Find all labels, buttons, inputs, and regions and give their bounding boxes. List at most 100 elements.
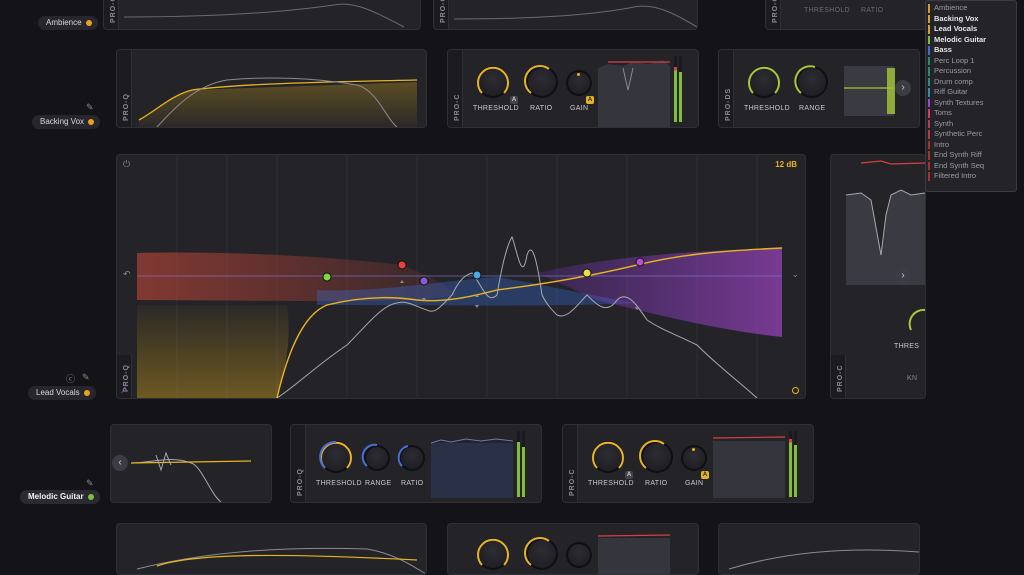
scroll-right-button[interactable]: › — [895, 268, 911, 284]
track-menu-item[interactable]: Melodic Guitar — [926, 35, 1016, 46]
undo-icon[interactable]: ↶ — [123, 269, 131, 280]
ambience-comp-panel[interactable]: PRO-Q — [433, 0, 698, 30]
track-color-bar — [928, 14, 930, 23]
track-label-lead-vocals[interactable]: Lead Vocals — [28, 386, 96, 400]
track-label-backing-vox[interactable]: Backing Vox — [32, 115, 101, 129]
backing-vox-eq-panel[interactable]: PRO-Q — [116, 49, 427, 128]
eq-band-node-6[interactable] — [635, 257, 645, 267]
eq-band-node-5[interactable] — [582, 268, 592, 278]
chevron-down-icon[interactable]: ⌄ — [791, 269, 799, 280]
track-color-bar — [928, 4, 930, 13]
pin-icon[interactable]: ✎ — [86, 102, 94, 113]
track-color-bar — [928, 67, 930, 76]
track-menu-item[interactable]: Perc Loop 1 — [926, 56, 1016, 67]
track-menu-item[interactable]: Synth Textures — [926, 98, 1016, 109]
backing-vox-deesser-panel[interactable]: PRO-DS THRESHOLD RANGE — [718, 49, 920, 128]
eq-band-node-3[interactable] — [419, 276, 429, 286]
output-meter-2 — [679, 56, 682, 122]
track-color-bar — [928, 46, 930, 55]
eq-band-node-1[interactable] — [322, 272, 332, 282]
power-icon[interactable]: ⏻ — [123, 159, 130, 170]
track-menu-item[interactable]: Filtered Intro — [926, 171, 1016, 182]
ambience-curve — [453, 5, 697, 28]
track-menu-item[interactable]: Synthetic Perc — [926, 129, 1016, 140]
backing-vox-comp-panel[interactable]: PRO-C A A THRESHOLD RATIO GAIN — [447, 49, 699, 128]
track-color-bar — [928, 109, 930, 118]
ambience-eq-panel[interactable]: PRO-Q — [103, 0, 421, 30]
track-color-bar — [928, 56, 930, 65]
row4-comp-panel[interactable] — [447, 523, 699, 575]
track-selector-menu[interactable]: Ambience Backing Vox Lead Vocals Melodic Gu… — [925, 0, 1017, 192]
track-menu-item[interactable]: Backing Vox — [926, 14, 1016, 25]
melodic-guitar-gate-panel[interactable]: PRO-Q THRESHOLD RANGE RATIO — [290, 424, 542, 503]
track-color-bar — [928, 25, 930, 34]
ratio-label: RATIO — [861, 7, 884, 14]
link-icon[interactable]: ⓒ — [66, 372, 75, 385]
track-menu-label: Synth — [934, 118, 954, 128]
track-menu-item[interactable]: End Synth Seq — [926, 161, 1016, 172]
range-label[interactable]: 12 dB — [775, 160, 797, 169]
track-menu-item[interactable]: Drum comp — [926, 77, 1016, 88]
output-meter-2 — [794, 431, 797, 497]
track-menu-item[interactable]: Ambience — [926, 3, 1016, 14]
track-menu-item[interactable]: Intro — [926, 140, 1016, 151]
eq-band-node-2[interactable] — [397, 260, 407, 270]
gate-display — [430, 438, 514, 498]
track-menu-label: End Synth Seq — [934, 160, 985, 170]
eq-band-node-4[interactable] — [472, 270, 482, 280]
comp-waveform — [598, 60, 670, 127]
pin-icon[interactable]: ✎ — [82, 372, 90, 383]
track-color-bar — [928, 77, 930, 86]
eq-display — [130, 451, 252, 502]
scroll-right-button[interactable]: › — [895, 80, 911, 96]
meter-fill — [679, 72, 682, 122]
eq-spectrum-display — [137, 155, 783, 398]
meter-fill — [522, 447, 525, 497]
track-menu-item[interactable]: Synth — [926, 119, 1016, 130]
melodic-guitar-eq-panel[interactable] — [110, 424, 272, 503]
meter-fill — [517, 442, 520, 497]
track-menu-item[interactable]: Lead Vocals — [926, 24, 1016, 35]
lead-vocals-comp-panel[interactable]: PRO-C THRES KN — [830, 154, 926, 399]
track-color-bar — [928, 119, 930, 128]
melodic-guitar-comp-panel[interactable]: PRO-C A A THRESHOLD RATIO GAIN — [562, 424, 814, 503]
track-menu-label: Bass — [934, 45, 952, 54]
track-color-bar — [928, 130, 930, 139]
track-menu-item[interactable]: Toms — [926, 108, 1016, 119]
phase-icon[interactable] — [792, 387, 799, 394]
track-color-dot — [88, 118, 95, 125]
dyn-display — [728, 549, 919, 570]
track-menu-label: Lead Vocals — [934, 24, 978, 33]
row4-dyn-panel[interactable] — [718, 523, 920, 575]
threshold-label: THRESHOLD — [804, 7, 850, 14]
track-color-bar — [928, 161, 930, 170]
track-menu-label: Intro — [934, 139, 950, 149]
comp-waveform — [597, 534, 671, 574]
lead-vocals-eq-panel[interactable]: PRO-Q 12 dB ⏻ ↶ ⌄ ⁄ — [116, 154, 806, 399]
track-menu-label: Synthetic Perc — [934, 129, 983, 138]
track-menu-item[interactable]: End Synth Riff — [926, 150, 1016, 161]
output-meter-2 — [522, 431, 525, 497]
output-meter — [674, 56, 677, 122]
pin-icon[interactable]: ✎ — [86, 478, 94, 489]
scroll-left-button[interactable]: ‹ — [112, 455, 128, 471]
track-menu-item[interactable]: Riff Guitar — [926, 87, 1016, 98]
track-color-bar — [928, 88, 930, 97]
meter-fill — [674, 67, 677, 122]
row4-eq-panel[interactable] — [116, 523, 427, 575]
track-color-bar — [928, 140, 930, 149]
track-label-melodic-guitar[interactable]: Melodic Guitar — [20, 490, 100, 504]
output-meter — [789, 431, 792, 497]
track-label-ambience[interactable]: Ambience — [38, 16, 98, 30]
track-color-dot — [85, 19, 92, 26]
track-menu-item[interactable]: Bass — [926, 45, 1016, 56]
ambience-dyn-panel[interactable]: PRO-Q THRESHOLD RATIO — [765, 0, 927, 30]
track-menu-label: Backing Vox — [934, 13, 979, 23]
track-menu-label: End Synth Riff — [934, 150, 982, 159]
track-color-dot — [87, 493, 94, 500]
track-menu-label: Synth Textures — [934, 97, 984, 107]
track-menu-label: Filtered Intro — [934, 171, 977, 180]
brush-icon[interactable]: ⁄ — [123, 385, 125, 395]
track-menu-item[interactable]: Percussion — [926, 66, 1016, 77]
track-menu-label: Toms — [934, 108, 952, 117]
